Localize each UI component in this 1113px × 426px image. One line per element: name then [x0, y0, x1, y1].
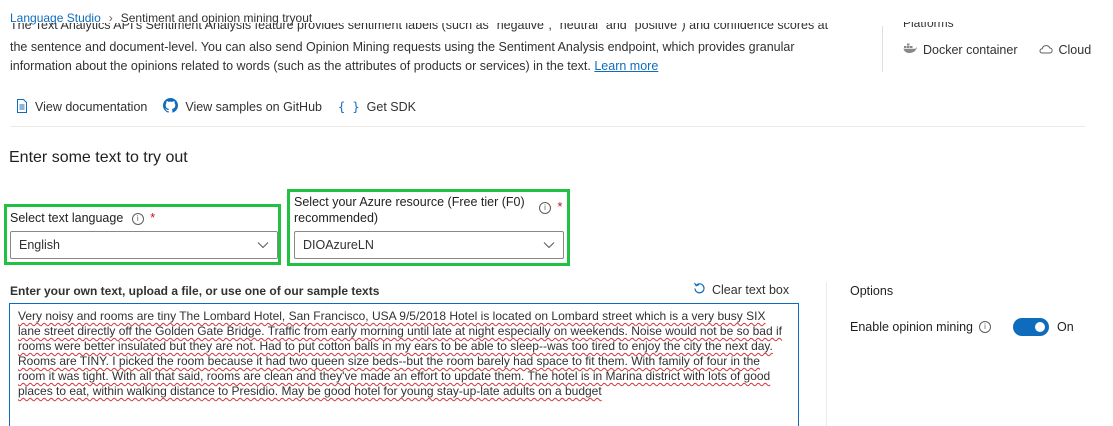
resource-select-value: DIOAzureLN — [303, 238, 374, 252]
options-divider — [826, 282, 827, 426]
resource-label: Select your Azure resource (Free tier (F… — [294, 195, 525, 225]
section-title: Enter some text to try out — [9, 149, 188, 166]
info-icon[interactable]: i — [979, 321, 992, 333]
platforms-list: Docker container Cloud — [903, 42, 1091, 57]
reset-icon — [693, 282, 706, 298]
cloud-icon — [1038, 43, 1053, 57]
description: The Text Analytics API's Sentiment Analy… — [10, 23, 840, 76]
resource-links: View documentation View samples on GitHu… — [16, 98, 432, 116]
opinion-mining-toggle[interactable] — [1013, 318, 1050, 336]
clear-text-label: Clear text box — [712, 283, 790, 297]
view-github-link[interactable]: View samples on GitHub — [163, 98, 322, 116]
language-label: Select text language i * — [10, 211, 156, 225]
document-icon — [16, 98, 28, 116]
textbox-label: Enter your own text, upload a file, or u… — [10, 284, 380, 298]
opinion-mining-label: Enable opinion mining — [850, 320, 974, 334]
description-text: the sentence and document-level. You can… — [10, 40, 795, 73]
text-input[interactable]: Very noisy and rooms are tiny The Lombar… — [9, 303, 799, 426]
chevron-down-icon — [257, 238, 269, 252]
platform-cloud: Cloud — [1058, 42, 1092, 57]
divider — [882, 26, 883, 72]
resource-label-icons: i * — [539, 200, 562, 214]
learn-more-link[interactable]: Learn more — [594, 59, 658, 73]
get-sdk-label: Get SDK — [366, 100, 416, 114]
code-braces-icon: { } — [337, 100, 360, 114]
toggle-state-label: On — [1057, 320, 1074, 334]
platforms-heading: Platforms — [903, 22, 954, 30]
section-divider — [10, 126, 1085, 127]
get-sdk-link[interactable]: { } Get SDK — [338, 100, 416, 114]
platform-docker: Docker container — [923, 42, 1018, 57]
language-select[interactable]: English — [10, 231, 278, 259]
description-clipped-line: The Text Analytics API's Sentiment Analy… — [10, 23, 829, 32]
chevron-down-icon — [543, 238, 555, 252]
github-icon — [163, 98, 179, 116]
language-select-value: English — [19, 238, 60, 252]
info-icon[interactable]: i — [131, 212, 144, 225]
toggle-knob — [1035, 322, 1046, 332]
required-mark: * — [150, 211, 156, 225]
clear-text-button[interactable]: Clear text box — [693, 282, 789, 298]
options-title: Options — [850, 284, 894, 298]
view-github-label: View samples on GitHub — [185, 100, 322, 114]
resource-select[interactable]: DIOAzureLN — [294, 231, 564, 259]
view-documentation-link[interactable]: View documentation — [16, 98, 148, 116]
info-icon[interactable]: i — [539, 201, 551, 214]
view-documentation-label: View documentation — [35, 100, 148, 114]
docker-icon — [903, 42, 917, 57]
required-mark: * — [557, 200, 563, 214]
opinion-mining-row: Enable opinion mining i On — [850, 318, 1074, 336]
